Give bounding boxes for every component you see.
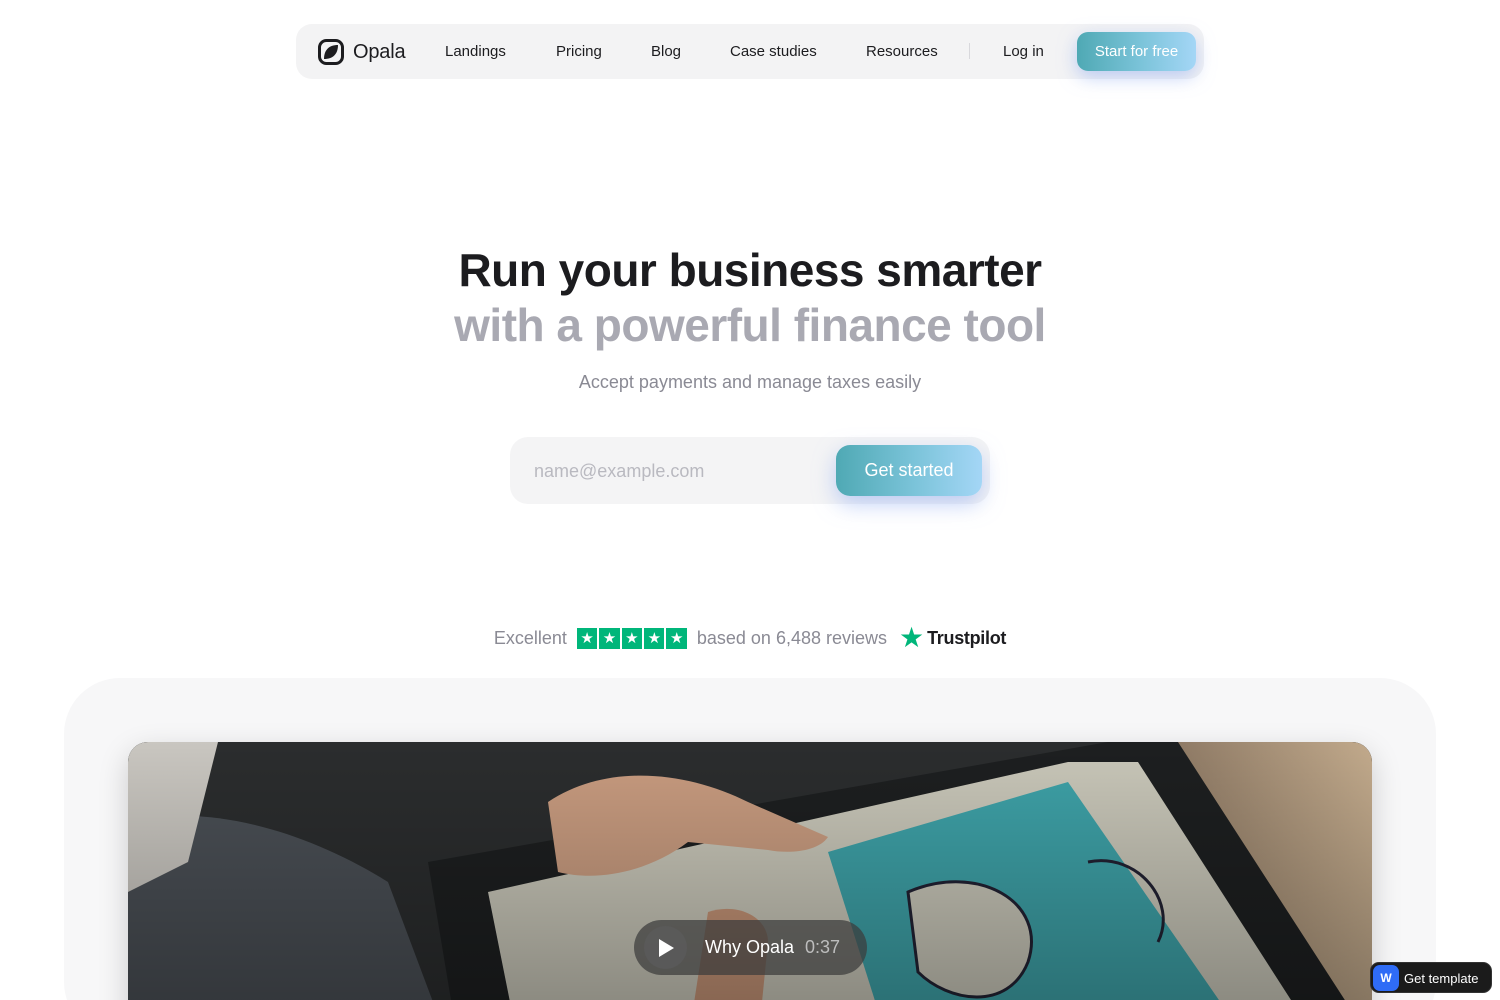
rating-stars: ★ ★ ★ ★ ★ (576, 627, 687, 649)
nav-divider (969, 43, 970, 59)
review-count: based on 6,488 reviews (696, 627, 887, 648)
trustpilot-logo[interactable]: ★ Trustpilot (899, 624, 1006, 652)
star-icon: ★ (644, 627, 665, 649)
star-icon: ★ (576, 627, 598, 649)
trustpilot-wordmark: Trustpilot (927, 627, 1007, 648)
star-icon: ★ (599, 627, 620, 649)
nav-link-landings[interactable]: Landings (445, 43, 506, 60)
get-template-label: Get template (1404, 971, 1479, 986)
logo[interactable]: Opala (318, 39, 406, 65)
opala-leaf-icon (318, 39, 344, 65)
hero-subtitle: Accept payments and manage taxes easily (578, 372, 922, 392)
hero-title-muted: with a powerful finance tool (454, 299, 1046, 351)
play-icon (658, 938, 674, 957)
nav-link-case-studies[interactable]: Case studies (730, 43, 817, 60)
nav-link-blog[interactable]: Blog (651, 43, 681, 60)
email-input[interactable] (534, 453, 824, 489)
start-for-free-button[interactable]: Start for free (1077, 32, 1196, 71)
signup-form: Get started (510, 437, 990, 504)
nav-link-resources[interactable]: Resources (866, 43, 938, 60)
get-template-badge[interactable]: W Get template (1370, 962, 1492, 993)
logo-text: Opala (353, 40, 406, 63)
webflow-icon: W (1373, 965, 1399, 991)
nav-link-pricing[interactable]: Pricing (556, 43, 602, 60)
trustpilot-rating: Excellent ★ ★ ★ ★ ★ based on 6,488 revie… (0, 624, 1500, 652)
play-video-button[interactable]: Why Opala 0:37 (634, 920, 867, 975)
star-icon: ★ (666, 627, 687, 649)
top-nav: Opala Landings Pricing Blog Case studies… (296, 24, 1204, 79)
play-icon-circle (644, 926, 687, 969)
trustpilot-star-icon: ★ (899, 622, 925, 653)
video-duration: 0:37 (805, 937, 841, 957)
star-icon: ★ (621, 627, 643, 649)
hero-title: Run your business smarter (458, 244, 1042, 296)
rating-word: Excellent (493, 627, 567, 648)
login-link[interactable]: Log in (1003, 43, 1044, 60)
video-label: Why Opala (705, 937, 795, 957)
get-started-button[interactable]: Get started (836, 445, 982, 496)
